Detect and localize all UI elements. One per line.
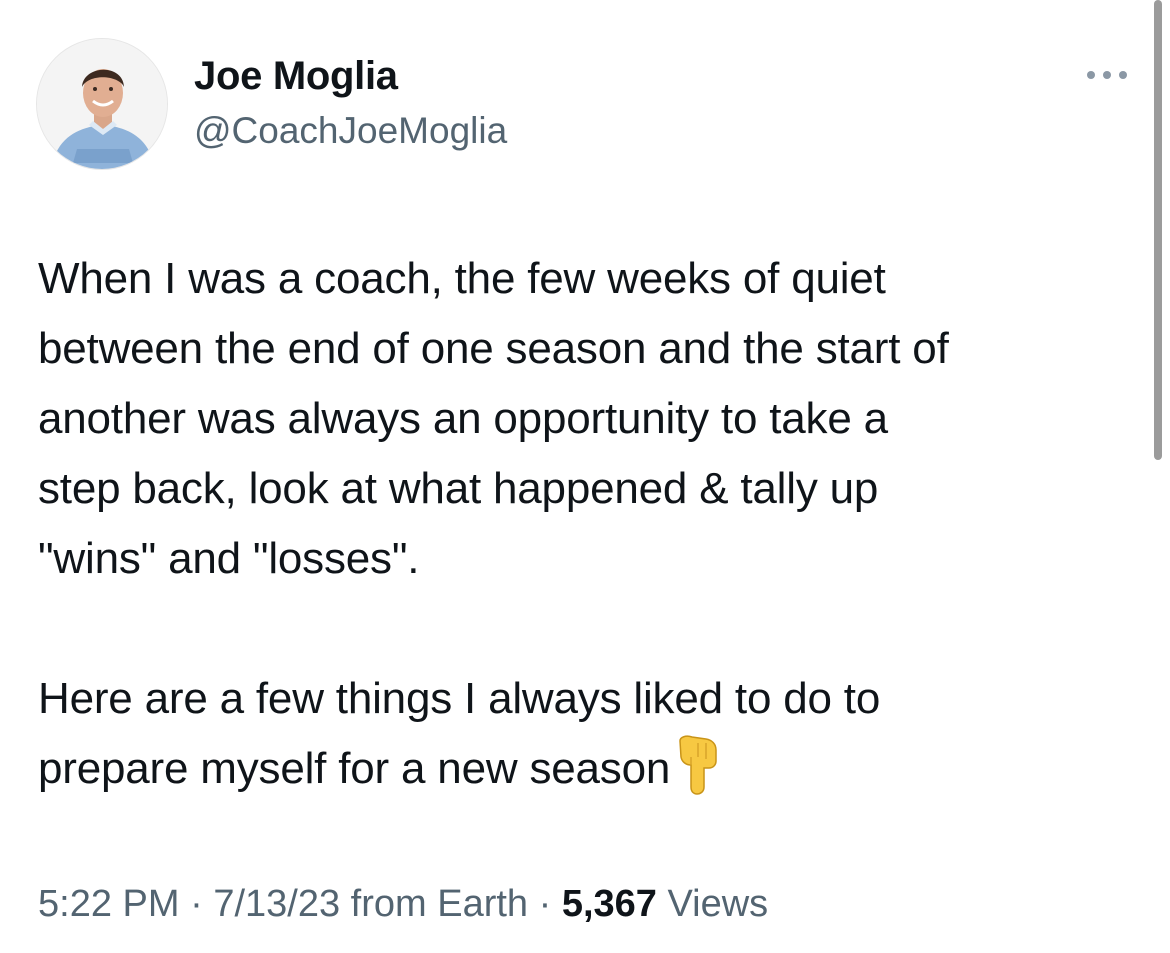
separator: · bbox=[528, 883, 562, 925]
tweet-line: Here are a few things I always liked to … bbox=[38, 674, 881, 723]
tweet-metadata: 5:22 PM · 7/13/23 from Earth · 5,367 Vie… bbox=[38, 880, 768, 928]
tweet-line: between the end of one season and the st… bbox=[38, 324, 949, 373]
tweet-text: When I was a coach, the few weeks of qui… bbox=[38, 244, 1138, 804]
tweet-line: another was always an opportunity to tak… bbox=[38, 394, 888, 443]
views-label[interactable]: Views bbox=[657, 883, 768, 925]
more-horizontal-icon-dot bbox=[1103, 71, 1111, 79]
tweet-line: "wins" and "losses". bbox=[38, 534, 420, 583]
author-display-name[interactable]: Joe Moglia bbox=[194, 53, 398, 99]
tweet-paragraph-2: Here are a few things I always liked to … bbox=[38, 664, 1138, 804]
profile-photo bbox=[37, 39, 167, 169]
tweet-line: step back, look at what happened & tally… bbox=[38, 464, 879, 513]
more-options-button[interactable] bbox=[1083, 60, 1131, 90]
more-horizontal-icon-dot bbox=[1119, 71, 1127, 79]
backhand-index-pointing-down-icon bbox=[676, 735, 720, 795]
more-horizontal-icon bbox=[1087, 71, 1095, 79]
tweet-line: prepare myself for a new season bbox=[38, 734, 1138, 804]
tweet-line-text: prepare myself for a new season bbox=[38, 744, 671, 793]
tweet-date[interactable]: 7/13/23 bbox=[213, 883, 340, 925]
tweet-line: When I was a coach, the few weeks of qui… bbox=[38, 254, 886, 303]
tweet-time[interactable]: 5:22 PM bbox=[38, 883, 180, 925]
views-count[interactable]: 5,367 bbox=[562, 883, 657, 925]
separator: · bbox=[179, 883, 214, 925]
author-handle[interactable]: @CoachJoeMoglia bbox=[194, 109, 507, 153]
tweet-paragraph-1: When I was a coach, the few weeks of qui… bbox=[38, 244, 1138, 594]
scrollbar[interactable] bbox=[1154, 0, 1162, 460]
avatar[interactable] bbox=[36, 38, 168, 170]
tweet-source: from Earth bbox=[340, 883, 529, 925]
